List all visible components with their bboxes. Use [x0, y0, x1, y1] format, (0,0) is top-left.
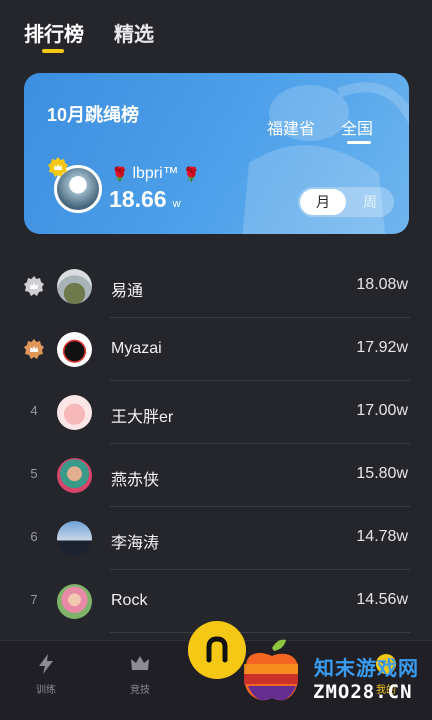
- top-tabs: 排行榜 精选: [24, 18, 154, 53]
- user-avatar[interactable]: [57, 332, 92, 367]
- user-score: 17.00w: [356, 402, 408, 419]
- user-avatar[interactable]: [57, 521, 92, 556]
- rank-row[interactable]: 5 燕赤侠 15.80w: [0, 444, 432, 507]
- tab-ranking-label: 排行榜: [24, 24, 84, 46]
- user-name: 燕赤侠: [111, 472, 160, 489]
- rose-icon: 🌹: [182, 165, 201, 182]
- silver-medal-icon: [24, 276, 44, 296]
- rose-icon: 🌹: [111, 165, 129, 182]
- leader-score-value: 18.66: [109, 186, 167, 212]
- tab-active-indicator: [42, 49, 64, 53]
- user-avatar[interactable]: [57, 584, 92, 619]
- bronze-medal-icon: [24, 339, 44, 359]
- rank-number: 5: [30, 466, 38, 481]
- user-score: 15.80w: [356, 465, 408, 482]
- tab-featured[interactable]: 精选: [114, 18, 154, 47]
- leaderboard-banner: 10月跳绳榜 福建省 全国 🌹 lbpri™ 🌹 18.66 w 月 周: [24, 73, 409, 234]
- watermark-apple-logo: [244, 639, 298, 701]
- period-toggle: 月 周: [298, 187, 394, 217]
- rank-row[interactable]: 易通 18.08w: [0, 255, 432, 318]
- user-name: 李海涛: [111, 535, 160, 552]
- jump-rope-icon: [206, 636, 228, 663]
- user-score: 18.08w: [356, 276, 408, 293]
- lightning-icon: [39, 654, 53, 674]
- user-name: 易通: [111, 283, 144, 300]
- watermark-url: ZMO28.CN: [313, 681, 413, 703]
- leader-score-unit: w: [172, 198, 181, 210]
- user-avatar[interactable]: [57, 269, 92, 304]
- nav-training-label: 训练: [36, 685, 56, 696]
- user-name: Myazai: [111, 340, 162, 357]
- rank-number: 6: [30, 529, 38, 544]
- banner-title: 10月跳绳榜: [47, 105, 140, 125]
- ranking-list: 易通 18.08w Myazai 17.92w 4 王大胖er 17.00w 5 燕赤侠 15.…: [0, 255, 432, 633]
- nav-training[interactable]: 训练: [16, 653, 76, 696]
- user-avatar[interactable]: [57, 395, 92, 430]
- tab-featured-label: 精选: [114, 24, 154, 46]
- watermark-text: 知末游戏网: [314, 658, 419, 680]
- leader-name-text: lbpri™: [132, 165, 179, 182]
- period-month-button[interactable]: 月: [300, 189, 346, 215]
- leader-score: 18.66 w: [109, 186, 181, 213]
- gold-crown-icon: [48, 157, 68, 177]
- region-tab-national-label: 全国: [340, 121, 373, 138]
- region-tabs: 福建省 全国: [267, 115, 373, 144]
- crown-icon: [131, 656, 149, 670]
- user-name: Rock: [111, 592, 148, 609]
- rank-row[interactable]: 4 王大胖er 17.00w: [0, 381, 432, 444]
- user-avatar[interactable]: [57, 458, 92, 493]
- user-score: 14.78w: [356, 528, 408, 545]
- user-score: 17.92w: [356, 339, 408, 356]
- row-divider: [110, 632, 410, 633]
- tab-ranking[interactable]: 排行榜: [24, 18, 84, 53]
- period-week-button[interactable]: 周: [350, 187, 390, 217]
- region-active-indicator: [346, 141, 371, 144]
- region-tab-province-label: 福建省: [266, 121, 315, 138]
- rank-row[interactable]: 6 李海涛 14.78w: [0, 507, 432, 570]
- nav-competition[interactable]: 竞技: [110, 653, 170, 696]
- rank-row[interactable]: Myazai 17.92w: [0, 318, 432, 381]
- rank-number: 7: [30, 592, 38, 607]
- leader-name: 🌹 lbpri™ 🌹: [111, 165, 200, 183]
- nav-competition-label: 竞技: [130, 685, 150, 696]
- rank-number: 4: [30, 403, 38, 418]
- region-tab-province[interactable]: 福建省: [267, 115, 315, 139]
- region-tab-national[interactable]: 全国: [340, 115, 373, 144]
- user-name: 王大胖er: [111, 409, 174, 426]
- user-score: 14.56w: [356, 591, 408, 608]
